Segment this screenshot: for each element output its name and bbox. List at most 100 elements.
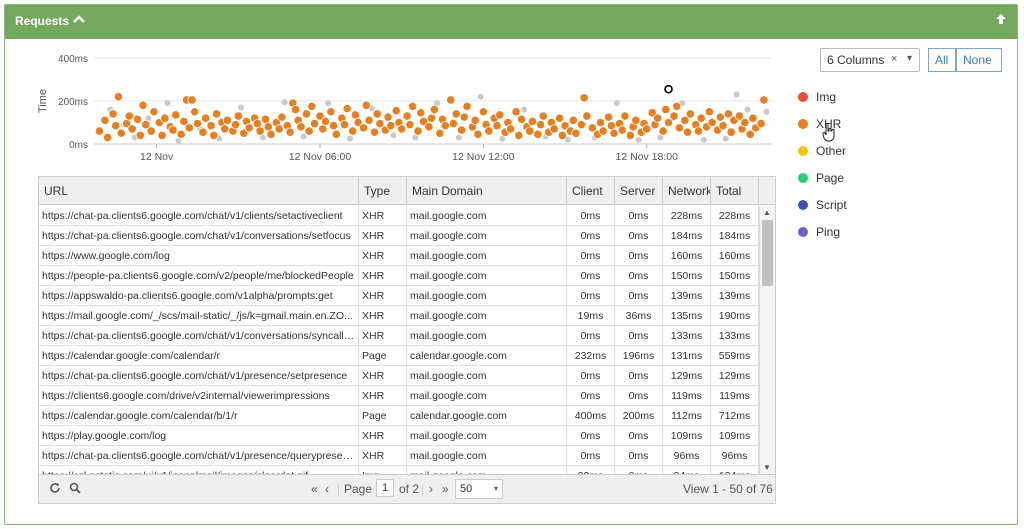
cell-server: 0ms <box>615 446 663 466</box>
chevron-down-icon: ▾ <box>907 53 913 64</box>
cell-network: 94ms <box>663 466 711 474</box>
column-header-network[interactable]: Network <box>663 177 711 205</box>
page-count: of 2 <box>399 482 420 496</box>
data-point-xhr <box>233 111 243 121</box>
data-point-xhr <box>609 128 619 138</box>
data-point-other <box>281 99 288 106</box>
none-button[interactable]: None <box>956 48 1002 72</box>
scroll-up-icon[interactable]: ▲ <box>763 208 771 217</box>
table-row[interactable]: https://chat-pa.clients6.google.com/chat… <box>39 226 759 246</box>
data-point-xhr <box>320 116 331 127</box>
cell-total: 228ms <box>711 206 759 226</box>
data-point-xhr <box>473 129 483 139</box>
last-page-button[interactable]: » <box>442 482 449 496</box>
x-tick-label: 12 Nov <box>140 151 174 163</box>
data-point-xhr <box>459 112 469 122</box>
refresh-icon[interactable] <box>49 482 61 497</box>
column-header-total[interactable]: Total <box>711 177 759 205</box>
data-point-xhr <box>693 126 704 136</box>
data-point-xhr <box>326 107 336 117</box>
all-button[interactable]: All <box>928 48 956 72</box>
table-row[interactable]: https://chat-pa.clients6.google.com/chat… <box>39 206 759 226</box>
data-point-xhr <box>244 123 254 133</box>
data-point-xhr <box>116 128 126 138</box>
table-row[interactable]: https://mail.google.com/_/scs/mail-stati… <box>39 306 759 326</box>
cell-server: 200ms <box>615 406 663 426</box>
rows-per-page-select[interactable]: 50 ▾ <box>455 479 503 499</box>
column-header-type[interactable]: Type <box>359 177 407 205</box>
data-point-xhr <box>604 112 614 122</box>
data-point-xhr <box>290 104 301 115</box>
table-row[interactable]: https://appswaldo-pa.clients6.google.com… <box>39 286 759 306</box>
cell-network: 135ms <box>663 306 711 326</box>
column-header-url[interactable]: URL <box>39 177 359 205</box>
data-point-other <box>744 106 751 113</box>
table-row[interactable]: https://chat-pa.clients6.google.com/chat… <box>39 446 759 466</box>
data-point-xhr <box>511 107 521 117</box>
data-point-xhr <box>187 95 197 105</box>
data-point-xhr <box>222 115 233 125</box>
table-row[interactable]: https://ssl.gstatic.com/ui/v1/icons/mail… <box>39 466 759 474</box>
legend-label: Img <box>816 90 837 104</box>
table-row[interactable]: https://clients6.google.com/drive/v2inte… <box>39 386 759 406</box>
cell-main-domain: mail.google.com <box>407 426 567 446</box>
search-icon[interactable] <box>69 482 81 497</box>
data-point-xhr <box>756 118 766 129</box>
cell-client: 0ms <box>567 286 615 306</box>
data-point-xhr <box>576 120 586 130</box>
data-point-other <box>733 91 740 98</box>
response-time-chart[interactable]: 0ms 200ms 400ms Time 12 Nov 12 Nov 06:00 12 No… <box>36 48 776 172</box>
table-row[interactable]: https://people-pa.clients6.google.com/v2… <box>39 266 759 286</box>
legend-label: Ping <box>816 225 841 239</box>
cell-network: 160ms <box>663 246 711 266</box>
cell-type: XHR <box>359 226 407 246</box>
page-label: Page <box>344 482 373 496</box>
scrollbar-thumb[interactable] <box>762 220 773 286</box>
data-point-xhr <box>274 124 284 134</box>
cell-url: https://www.google.com/log <box>39 246 359 266</box>
data-point-xhr <box>277 112 287 122</box>
cell-server: 36ms <box>615 306 663 326</box>
table-row[interactable]: https://www.google.com/log XHR mail.google… <box>39 246 759 266</box>
legend-dot <box>798 227 808 237</box>
table-row[interactable]: https://calendar.google.com/calendar/b/1… <box>39 406 759 426</box>
column-header-server[interactable]: Server <box>615 177 663 205</box>
table-row[interactable]: https://chat-pa.clients6.google.com/chat… <box>39 366 759 386</box>
legend-label: Script <box>816 198 847 212</box>
data-point-xhr <box>391 106 401 116</box>
chevron-up-icon[interactable] <box>73 13 85 27</box>
first-page-button[interactable]: « <box>311 482 318 496</box>
data-point-xhr <box>386 121 396 131</box>
data-point-other <box>325 100 332 107</box>
vertical-scrollbar[interactable]: ▲ ▼ <box>759 206 775 474</box>
cell-total: 124ms <box>711 466 759 474</box>
panel-header[interactable]: Requests <box>5 5 1017 39</box>
cell-total: 190ms <box>711 306 759 326</box>
legend-label: Other <box>816 144 847 158</box>
columns-select[interactable]: 6 Columns × ▾ <box>820 48 920 72</box>
data-point-xhr <box>339 120 350 130</box>
arrow-up-icon[interactable] <box>995 13 1007 28</box>
column-header-client[interactable]: Client <box>567 177 615 205</box>
prev-page-button[interactable]: ‹ <box>325 482 329 496</box>
data-point-other <box>164 100 171 107</box>
cell-type: XHR <box>359 326 407 346</box>
cell-client: 232ms <box>567 346 615 366</box>
cell-main-domain: mail.google.com <box>407 386 567 406</box>
table-row[interactable]: https://play.google.com/log XHR mail.googl… <box>39 426 759 446</box>
table-row[interactable]: https://chat-pa.clients6.google.com/chat… <box>39 326 759 346</box>
data-point-xhr <box>372 109 382 119</box>
column-header-main-domain[interactable]: Main Domain <box>407 177 567 205</box>
data-point-xhr <box>620 111 630 121</box>
table-row[interactable]: https://calendar.google.com/calendar/r Pa… <box>39 346 759 366</box>
data-point-xhr <box>307 101 317 111</box>
page-input[interactable]: 1 <box>376 479 394 497</box>
cell-network: 119ms <box>663 386 711 406</box>
next-page-button[interactable]: › <box>429 482 433 496</box>
data-point-xhr <box>285 127 295 137</box>
scroll-down-icon[interactable]: ▼ <box>763 463 771 472</box>
cell-server: 0ms <box>615 366 663 386</box>
cell-network: 139ms <box>663 286 711 306</box>
data-point-xhr <box>358 123 369 133</box>
clear-icon[interactable]: × <box>891 53 897 65</box>
